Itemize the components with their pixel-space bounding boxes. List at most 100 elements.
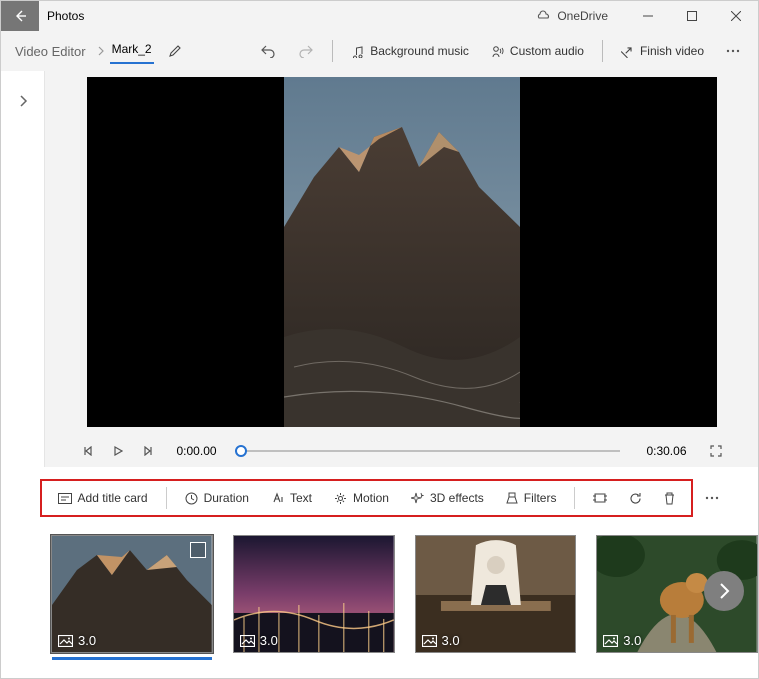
chevron-right-icon [717,582,731,600]
preview-area: 0:00.00 0:30.06 [45,71,758,467]
text-button[interactable]: Text [263,485,320,511]
storyboard-clip[interactable]: 3.0 [233,535,395,653]
separator [332,40,333,62]
arrow-left-icon [12,8,28,24]
storyboard-clip[interactable]: 3.0 [415,535,577,653]
clip-duration-value: 3.0 [260,633,278,648]
redo-icon [298,44,314,58]
image-icon [58,635,73,647]
command-bar: Video Editor Mark_2 Background music Cus… [1,31,758,71]
text-icon [271,492,284,504]
scroll-right-button[interactable] [704,571,744,611]
add-title-card-button[interactable]: Add title card [50,485,156,511]
finish-video-label: Finish video [640,44,704,58]
finish-video-button[interactable]: Finish video [611,38,714,64]
playback-controls: 0:00.00 0:30.06 [79,435,725,467]
title-card-icon [58,493,72,504]
image-icon [603,635,618,647]
crop-icon [593,492,607,504]
custom-audio-label: Custom audio [510,44,584,58]
chevron-right-icon [96,46,106,56]
fullscreen-icon [710,445,722,457]
undo-icon [260,44,276,58]
separator [602,40,603,62]
cloud-icon [535,10,551,22]
filters-label: Filters [524,491,557,505]
3d-effects-label: 3D effects [430,491,484,505]
storyboard-clip[interactable]: 3.0 [51,535,213,653]
clip-duration: 3.0 [240,633,278,648]
motion-button[interactable]: Motion [326,485,397,511]
breadcrumb-root[interactable]: Video Editor [9,40,92,63]
fullscreen-button[interactable] [707,445,725,457]
seek-slider[interactable] [235,444,621,458]
storyboard: 3.0 3.0 [1,517,758,653]
breadcrumb-current[interactable]: Mark_2 [110,38,154,64]
play-icon [113,446,123,456]
more-button[interactable] [716,43,750,59]
prev-frame-button[interactable] [79,446,97,456]
maximize-button[interactable] [670,1,714,31]
background-music-button[interactable]: Background music [341,38,479,64]
clip-duration-value: 3.0 [442,633,460,648]
current-time: 0:00.00 [177,444,217,458]
next-frame-button[interactable] [139,446,157,456]
music-icon [351,45,364,58]
duration-label: Duration [204,491,249,505]
redo-button[interactable] [288,38,324,64]
preview-image [284,77,520,427]
image-icon [240,635,255,647]
motion-icon [334,492,347,505]
close-button[interactable] [714,1,758,31]
chevron-right-icon [18,94,28,108]
pencil-icon[interactable] [168,44,182,58]
app-title: Photos [39,9,84,23]
duration-button[interactable]: Duration [177,485,257,511]
ellipsis-icon [705,496,719,500]
onedrive-button[interactable]: OneDrive [535,9,608,23]
clip-duration: 3.0 [58,633,96,648]
export-icon [621,45,634,58]
back-button[interactable] [1,1,39,31]
selection-checkbox[interactable] [190,542,206,558]
undo-button[interactable] [250,38,286,64]
minimize-button[interactable] [626,1,670,31]
titlebar: Photos OneDrive [1,1,758,31]
clip-duration-value: 3.0 [623,633,641,648]
edit-strip: Add title card Duration Text Motion 3D e… [1,467,758,517]
clip-duration: 3.0 [603,633,641,648]
filters-button[interactable]: Filters [498,485,565,511]
skip-back-icon [83,446,93,456]
separator [574,487,575,509]
rotate-icon [629,492,642,505]
audio-icon [491,45,504,58]
left-panel [1,71,45,467]
add-title-card-label: Add title card [78,491,148,505]
3d-effects-button[interactable]: 3D effects [403,485,492,511]
motion-label: Motion [353,491,389,505]
crop-button[interactable] [585,486,615,510]
main-area: 0:00.00 0:30.06 [1,71,758,467]
play-button[interactable] [109,446,127,456]
edit-toolbar: Add title card Duration Text Motion 3D e… [40,479,694,517]
custom-audio-button[interactable]: Custom audio [481,38,594,64]
onedrive-label: OneDrive [557,9,608,23]
delete-button[interactable] [656,486,683,511]
slider-thumb[interactable] [235,445,247,457]
skip-forward-icon [143,446,153,456]
video-preview[interactable] [87,77,717,427]
text-label: Text [290,491,312,505]
image-icon [422,635,437,647]
expand-panel-button[interactable] [11,89,35,113]
clock-icon [185,492,198,505]
clip-duration-value: 3.0 [78,633,96,648]
toolbar-more-button[interactable] [705,479,719,517]
separator [166,487,167,509]
rotate-button[interactable] [621,486,650,511]
total-time: 0:30.06 [646,444,686,458]
ellipsis-icon [726,49,740,53]
filters-icon [506,492,518,505]
sparkle-icon [411,492,424,505]
slider-track [235,450,621,452]
trash-icon [664,492,675,505]
